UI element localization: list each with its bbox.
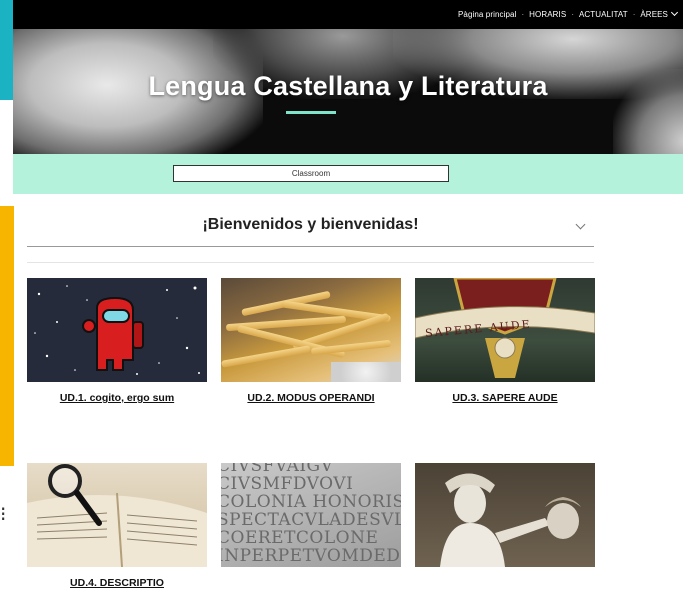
salt: [331, 362, 401, 382]
nav-item-arees-label: ÀREES: [640, 10, 668, 19]
decorative-glyph: ⁝: [0, 502, 7, 526]
decorative-strip-teal: [0, 0, 13, 100]
chevron-down-icon: [670, 8, 679, 17]
nav-separator: ·: [521, 10, 525, 19]
nav-separator: ·: [632, 10, 636, 19]
top-navigation: Pàgina principal · HORARIS · ACTUALITAT …: [13, 0, 683, 29]
nav-item-actualitat[interactable]: ACTUALITAT: [579, 10, 628, 19]
unit-card-3[interactable]: SAPERE AUDE UD.3. SAPERE AUDE: [415, 278, 595, 404]
fry: [310, 339, 392, 356]
welcome-title: ¡Bienvenidos y bienvenidas!: [202, 216, 419, 233]
title-underline: [286, 111, 336, 114]
fry: [221, 345, 311, 368]
unit-link-2[interactable]: UD.2. MODUS OPERANDI: [221, 392, 401, 404]
unit-card-5[interactable]: CIVSFVAIGV CIVSMFDVOVI COLONIA HONORIS S…: [221, 463, 401, 577]
unit-card-6[interactable]: [415, 463, 595, 577]
welcome-section[interactable]: ¡Bienvenidos y bienvenidas!: [27, 208, 594, 247]
nav-separator: ·: [571, 10, 574, 19]
page-title: Lengua Castellana y Literatura: [148, 71, 548, 101]
unit-card-4[interactable]: UD.4. DESCRIPTIO: [27, 463, 207, 589]
unit-card-2[interactable]: UD.2. MODUS OPERANDI: [221, 278, 401, 404]
roman-inscription-image[interactable]: CIVSFVAIGV CIVSMFDVOVI COLONIA HONORIS S…: [221, 463, 401, 567]
unit-link-1[interactable]: UD.1. cogito, ergo sum: [27, 392, 207, 404]
unit-link-3[interactable]: UD.3. SAPERE AUDE: [415, 392, 595, 404]
statue-graphic: [440, 473, 581, 567]
classroom-button[interactable]: Classroom: [173, 165, 449, 182]
unit-link-4[interactable]: UD.4. DESCRIPTIO: [27, 577, 207, 589]
book-graphic: [27, 464, 207, 567]
crest-graphic: SAPERE AUDE: [415, 278, 595, 378]
nav-item-horaris[interactable]: HORARIS: [529, 10, 566, 19]
book-magnifier-image[interactable]: [27, 463, 207, 567]
nav-item-home[interactable]: Pàgina principal: [458, 10, 517, 19]
inscription-text: CIVSFVAIGV CIVSMFDVOVI COLONIA HONORIS S…: [221, 463, 401, 566]
among-us-space-image[interactable]: [27, 278, 207, 382]
decorative-strip-yellow: [0, 206, 14, 466]
hero-banner: Lengua Castellana y Literatura: [13, 29, 683, 154]
classroom-band: Classroom: [13, 154, 683, 194]
unit-card-1[interactable]: UD.1. cogito, ergo sum: [27, 278, 207, 404]
crewmate-figure: [82, 296, 144, 371]
divider: [27, 262, 594, 263]
french-fries-image[interactable]: [221, 278, 401, 382]
perseus-statue-image[interactable]: [415, 463, 595, 567]
crest-image[interactable]: SAPERE AUDE: [415, 278, 595, 382]
nav-item-arees[interactable]: ÀREES: [640, 8, 679, 19]
